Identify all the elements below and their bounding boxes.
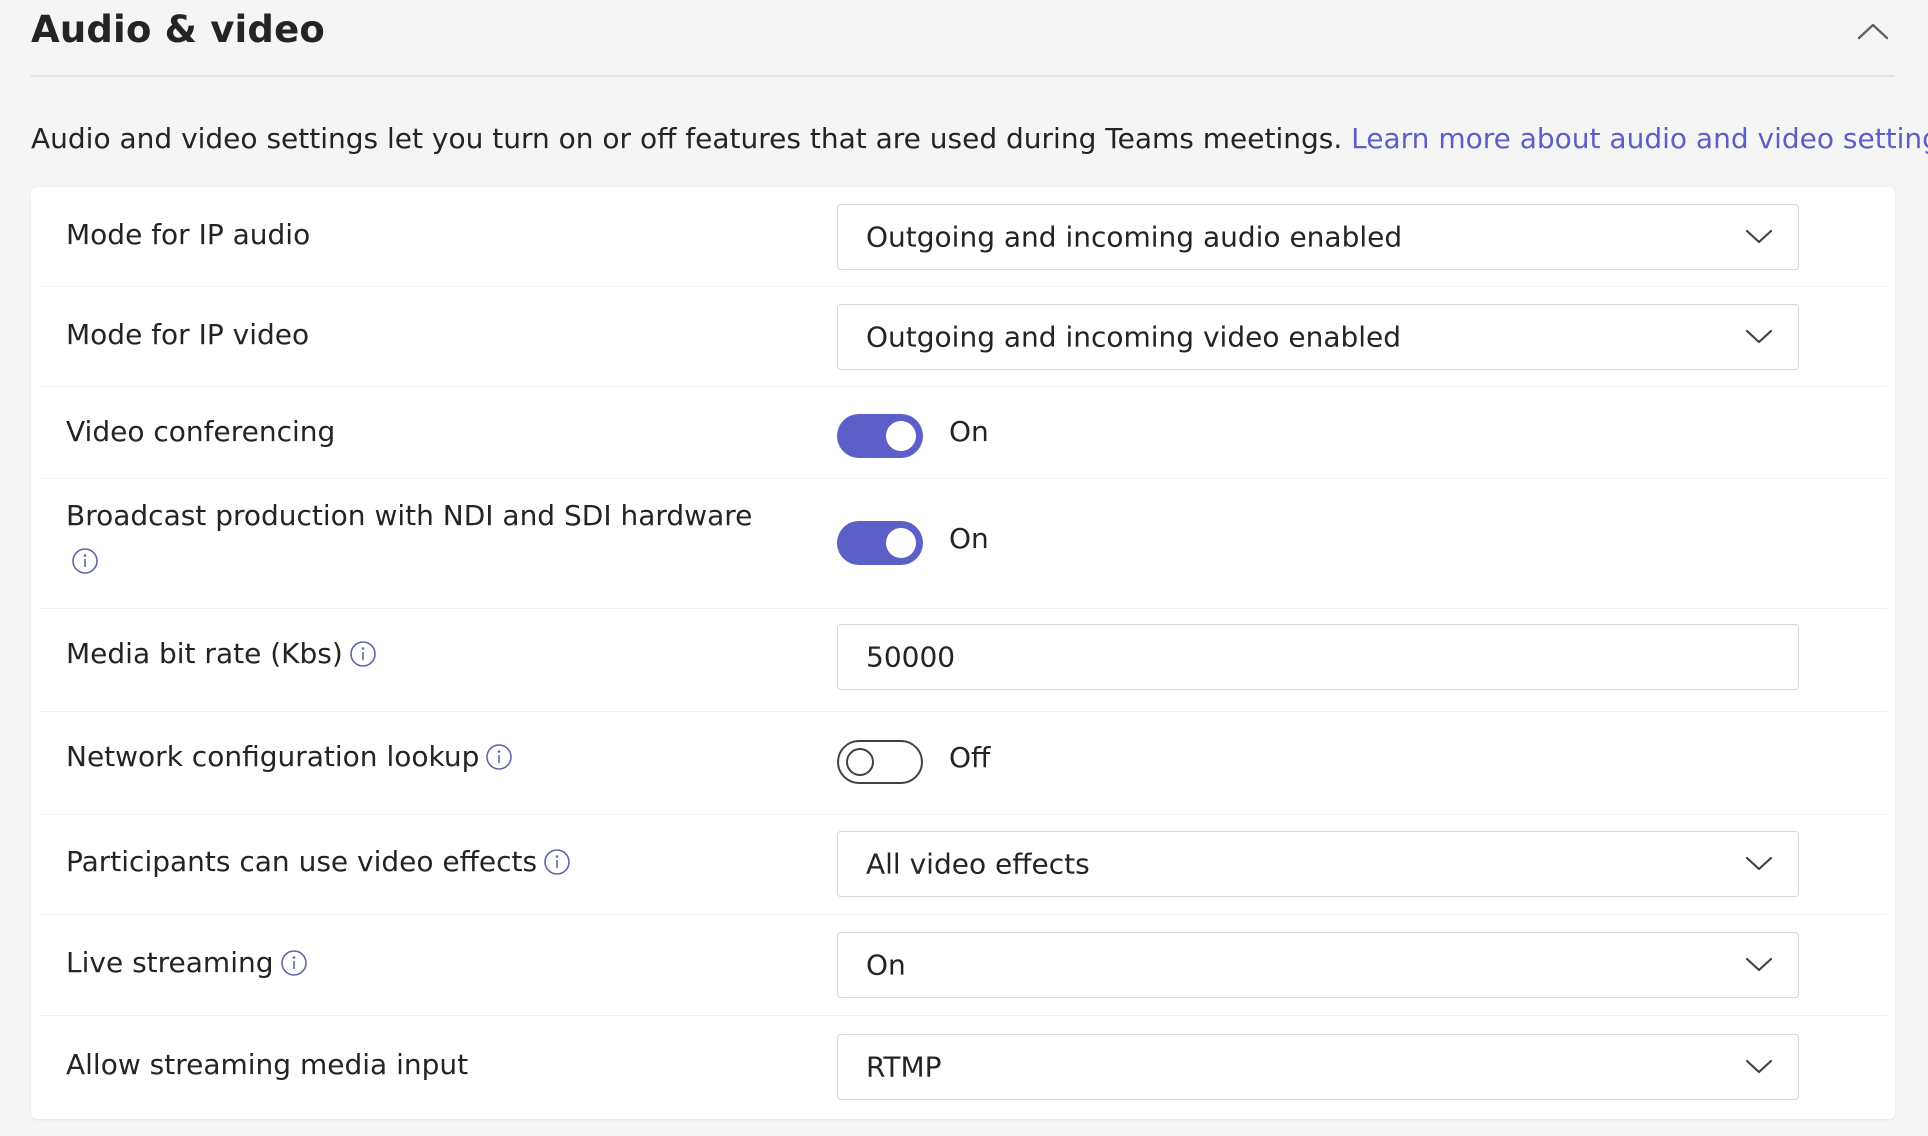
setting-row-video-conferencing: Video conferencing On: [31, 387, 1895, 479]
info-icon[interactable]: [349, 640, 377, 668]
streaming-media-input-label-text: Allow streaming media input: [66, 1048, 469, 1081]
media-bit-rate-label: Media bit rate (Kbs): [66, 637, 377, 670]
toggle-knob: [886, 528, 916, 558]
setting-row-live-streaming: Live streaming On: [31, 915, 1895, 1016]
media-bit-rate-label-text: Media bit rate (Kbs): [66, 637, 343, 670]
network-config-lookup-label: Network configuration lookup: [66, 740, 513, 773]
settings-card: Mode for IP audio Outgoing and incoming …: [31, 187, 1895, 1119]
chevron-down-icon: [1745, 856, 1773, 871]
learn-more-link[interactable]: Learn more about audio and video setting…: [1351, 122, 1928, 155]
setting-row-video-effects: Participants can use video effects All v…: [31, 815, 1895, 915]
info-icon[interactable]: [485, 743, 513, 771]
ip-audio-label: Mode for IP audio: [66, 218, 310, 251]
toggle-knob: [846, 748, 874, 776]
ip-audio-selected-value: Outgoing and incoming audio enabled: [866, 220, 1403, 254]
setting-row-streaming-media-input: Allow streaming media input RTMP: [31, 1016, 1895, 1119]
chevron-up-icon: [1857, 23, 1889, 40]
setting-row-ip-audio: Mode for IP audio Outgoing and incoming …: [31, 187, 1895, 287]
info-icon[interactable]: [280, 949, 308, 977]
chevron-down-icon: [1745, 329, 1773, 344]
info-icon[interactable]: [543, 848, 571, 876]
setting-row-media-bit-rate: Media bit rate (Kbs) 50000: [31, 609, 1895, 712]
chevron-down-icon: [1745, 1059, 1773, 1074]
ip-video-label: Mode for IP video: [66, 318, 309, 351]
broadcast-production-label-text: Broadcast production with NDI and SDI ha…: [66, 499, 753, 532]
streaming-media-input-selected-value: RTMP: [866, 1050, 942, 1084]
video-effects-selected-value: All video effects: [866, 847, 1090, 881]
broadcast-production-state: On: [949, 522, 989, 555]
network-config-lookup-toggle[interactable]: [837, 740, 923, 784]
setting-row-broadcast-production: Broadcast production with NDI and SDI ha…: [31, 479, 1895, 609]
video-conferencing-label: Video conferencing: [66, 415, 335, 448]
video-effects-label: Participants can use video effects: [66, 845, 571, 878]
description-text: Audio and video settings let you turn on…: [31, 122, 1343, 155]
live-streaming-label-text: Live streaming: [66, 946, 274, 979]
live-streaming-dropdown[interactable]: On: [837, 932, 1799, 998]
network-config-lookup-label-text: Network configuration lookup: [66, 740, 480, 773]
setting-row-ip-video: Mode for IP video Outgoing and incoming …: [31, 287, 1895, 387]
video-conferencing-label-text: Video conferencing: [66, 415, 336, 448]
streaming-media-input-label: Allow streaming media input: [66, 1048, 468, 1081]
live-streaming-label: Live streaming: [66, 946, 308, 979]
toggle-knob: [886, 421, 916, 451]
ip-video-dropdown[interactable]: Outgoing and incoming video enabled: [837, 304, 1799, 370]
streaming-media-input-dropdown[interactable]: RTMP: [837, 1034, 1799, 1100]
info-icon[interactable]: [71, 547, 99, 575]
media-bit-rate-value: 50000: [866, 640, 956, 674]
network-config-lookup-state: Off: [949, 741, 991, 774]
video-conferencing-toggle[interactable]: [837, 414, 923, 458]
ip-audio-dropdown[interactable]: Outgoing and incoming audio enabled: [837, 204, 1799, 270]
section-title: Audio & video: [31, 8, 325, 51]
chevron-down-icon: [1745, 229, 1773, 244]
broadcast-production-label: Broadcast production with NDI and SDI ha…: [66, 499, 752, 532]
setting-row-network-config-lookup: Network configuration lookup Off: [31, 712, 1895, 815]
video-conferencing-state: On: [949, 415, 989, 448]
live-streaming-selected-value: On: [866, 948, 906, 982]
section-description: Audio and video settings let you turn on…: [31, 122, 1928, 155]
chevron-down-icon: [1745, 957, 1773, 972]
broadcast-production-toggle[interactable]: [837, 521, 923, 565]
media-bit-rate-input[interactable]: 50000: [837, 624, 1799, 690]
ip-audio-label-text: Mode for IP audio: [66, 218, 311, 251]
video-effects-label-text: Participants can use video effects: [66, 845, 538, 878]
ip-video-label-text: Mode for IP video: [66, 318, 310, 351]
collapse-section-button[interactable]: [1851, 12, 1895, 52]
ip-video-selected-value: Outgoing and incoming video enabled: [866, 320, 1402, 354]
section-header: Audio & video: [31, 0, 1895, 77]
video-effects-dropdown[interactable]: All video effects: [837, 831, 1799, 897]
